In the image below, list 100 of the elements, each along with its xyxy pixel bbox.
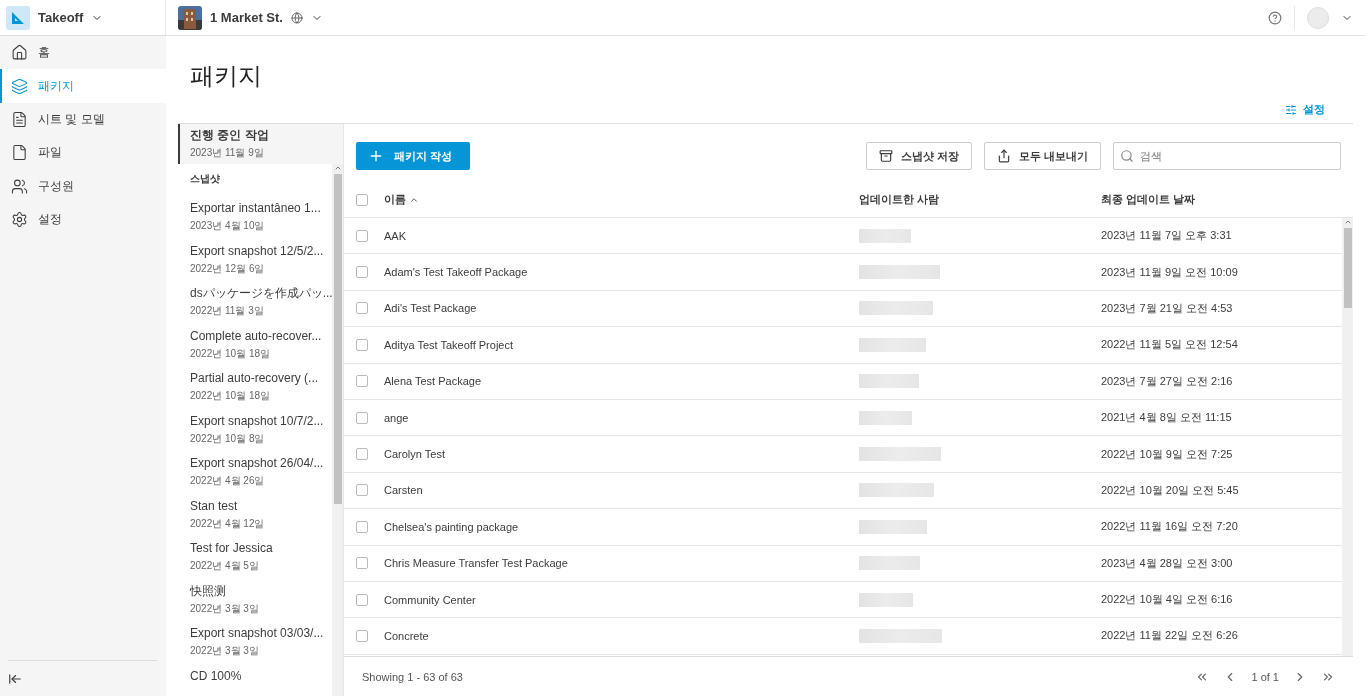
- table-cell-text: Carolyn Test: [384, 448, 446, 461]
- share-icon: [996, 149, 1011, 163]
- column-header[interactable]: 이름: [384, 192, 859, 207]
- export-all-button[interactable]: 모두 내보내기: [983, 142, 1101, 170]
- snapshot-date: 2022년 10월 8일: [190, 431, 266, 446]
- row-checkbox[interactable]: [356, 448, 368, 461]
- project-name[interactable]: 1 Market St.: [210, 10, 283, 25]
- snapshot-date: 2022년 3월 3일: [190, 644, 260, 658]
- page-title: 패키지: [190, 61, 263, 91]
- page-indicator: 1 of 1: [1251, 670, 1279, 683]
- settings-icon: [11, 211, 28, 229]
- sidebar-item[interactable]: 파일: [0, 136, 166, 170]
- column-header[interactable]: 업데이트한 사람: [859, 192, 1101, 207]
- table-cell-text: 2022년 11월 5일 오전 12:54: [1101, 337, 1239, 353]
- table-cell-text: Chris Measure Transfer Test Package: [384, 557, 569, 570]
- row-checkbox[interactable]: [356, 338, 368, 351]
- row-checkbox[interactable]: [356, 484, 368, 497]
- archive-icon: [878, 149, 893, 163]
- row-checkbox[interactable]: [356, 266, 368, 279]
- app-logo-icon: [6, 5, 30, 30]
- redacted-name: [859, 410, 912, 425]
- row-checkbox[interactable]: [356, 302, 368, 315]
- table-cell-text: Community Center: [384, 593, 477, 606]
- column-header[interactable]: 최종 업데이트 날짜: [1101, 192, 1353, 207]
- table-cell-text: Chelsea's painting package: [384, 520, 520, 533]
- sidebar-item[interactable]: 홈: [0, 36, 166, 70]
- row-checkbox[interactable]: [356, 520, 368, 533]
- scrollbar[interactable]: [332, 164, 343, 696]
- snapshot-title[interactable]: dsパッケージを作成パッ...: [190, 286, 332, 301]
- select-all-checkbox[interactable]: [356, 193, 368, 206]
- row-checkbox[interactable]: [356, 411, 368, 424]
- table-cell-text: 2022년 11월 22일 오전 6:26: [1101, 628, 1239, 644]
- scroll-up-icon[interactable]: [333, 164, 342, 172]
- sidebar-item[interactable]: 설정: [0, 202, 166, 237]
- app-name[interactable]: Takeoff: [38, 10, 84, 25]
- save-snapshot-button[interactable]: 스냅샷 저장: [865, 142, 972, 170]
- table-cell-text: 2022년 10월 20일 오전 5:45: [1101, 482, 1240, 498]
- table-cell-text: Alena Test Package: [384, 375, 483, 388]
- snapshot-title[interactable]: Exportar instantâneo 1...: [190, 201, 332, 216]
- table-cell-text: Aditya Test Takeoff Project: [384, 338, 515, 351]
- snapshot-title[interactable]: Export snapshot 26/04/...: [190, 456, 332, 471]
- row-checkbox[interactable]: [356, 229, 368, 242]
- people-icon: [11, 177, 28, 195]
- sidebar-item[interactable]: 구성원: [0, 169, 166, 203]
- showing-count: Showing 1 - 63 of 63: [362, 670, 463, 683]
- scrollbar-thumb[interactable]: [1343, 228, 1352, 308]
- collapse-icon[interactable]: [8, 671, 22, 686]
- redacted-name: [859, 337, 926, 352]
- scroll-up-icon[interactable]: [1343, 218, 1352, 226]
- row-checkbox[interactable]: [356, 557, 368, 570]
- table-cell-text: 2021년 4월 8일 오전 11:15: [1101, 410, 1233, 426]
- scrollbar-thumb[interactable]: [333, 174, 342, 504]
- table-cell-text: 2022년 10월 4일 오전 6:16: [1101, 592, 1234, 608]
- user-avatar[interactable]: [1307, 6, 1329, 29]
- redacted-name: [859, 556, 920, 571]
- file-icon: [11, 144, 28, 162]
- table-cell-text: AAK: [384, 229, 407, 242]
- sliders-icon: [1285, 103, 1297, 116]
- plus-icon: [368, 148, 384, 164]
- table-cell-text: Adam's Test Takeoff Package: [384, 266, 529, 279]
- snapshot-date: 2022년 12월 6일: [190, 261, 266, 276]
- row-checkbox[interactable]: [356, 593, 368, 606]
- table-cell-text: 2023년 11월 7일 오후 3:31: [1101, 228, 1233, 244]
- globe-icon: [291, 11, 303, 24]
- snapshot-title[interactable]: Export snapshot 03/03/...: [190, 626, 332, 641]
- snapshot-date: 2022년 4월 5일: [190, 559, 260, 573]
- help-icon[interactable]: [1268, 10, 1282, 25]
- redacted-name: [859, 519, 927, 534]
- snapshot-date: 2022년 10월 18일: [190, 346, 272, 361]
- row-checkbox[interactable]: [356, 630, 368, 642]
- snapshot-date: 2023년 4월 10일: [190, 219, 266, 233]
- section-heading: 스냅샷: [190, 172, 221, 186]
- snapshot-title[interactable]: Stan test: [190, 498, 332, 514]
- home-icon: [11, 44, 28, 62]
- table-cell-text: 2022년 11월 16일 오전 7:20: [1101, 519, 1239, 535]
- row-checkbox[interactable]: [356, 375, 368, 388]
- scrollbar[interactable]: [1342, 218, 1353, 656]
- snapshot-date: 2022년 3월 3일: [190, 601, 260, 616]
- table-cell-text: Concrete: [384, 630, 430, 642]
- table-cell-text: Adi's Test Package: [384, 302, 478, 315]
- snapshot-title: 진행 중인 작업: [190, 128, 270, 143]
- redacted-name: [859, 374, 919, 389]
- snapshot-date: 2022년 11월 3일: [190, 304, 265, 318]
- snapshot-title[interactable]: CD 100%: [190, 668, 332, 684]
- current-work-item[interactable]: 진행 중인 작업 2023년 11월 9일: [178, 124, 343, 164]
- snapshot-title[interactable]: Export snapshot 10/7/2...: [190, 413, 332, 429]
- snapshot-date: 2023년 11월 9일: [190, 146, 265, 160]
- table-cell-text: 2023년 7월 27일 오전 2:16: [1101, 373, 1234, 389]
- snapshot-title[interactable]: Export snapshot 12/5/2...: [190, 243, 332, 259]
- snapshot-title[interactable]: Partial auto-recovery (...: [190, 371, 332, 386]
- layers-icon: [11, 77, 28, 95]
- snapshot-date: 2022년 4월 12일: [190, 516, 266, 531]
- snapshot-title[interactable]: 快照测: [190, 583, 332, 599]
- redacted-name: [859, 592, 913, 607]
- redacted-name: [859, 228, 911, 243]
- sidebar-item[interactable]: 시트 및 모델: [0, 102, 166, 137]
- snapshot-title[interactable]: Complete auto-recover...: [190, 328, 332, 344]
- table-cell-text: Carsten: [384, 484, 424, 497]
- snapshot-title[interactable]: Test for Jessica: [190, 541, 332, 556]
- search-field[interactable]: 검색: [1113, 142, 1341, 170]
